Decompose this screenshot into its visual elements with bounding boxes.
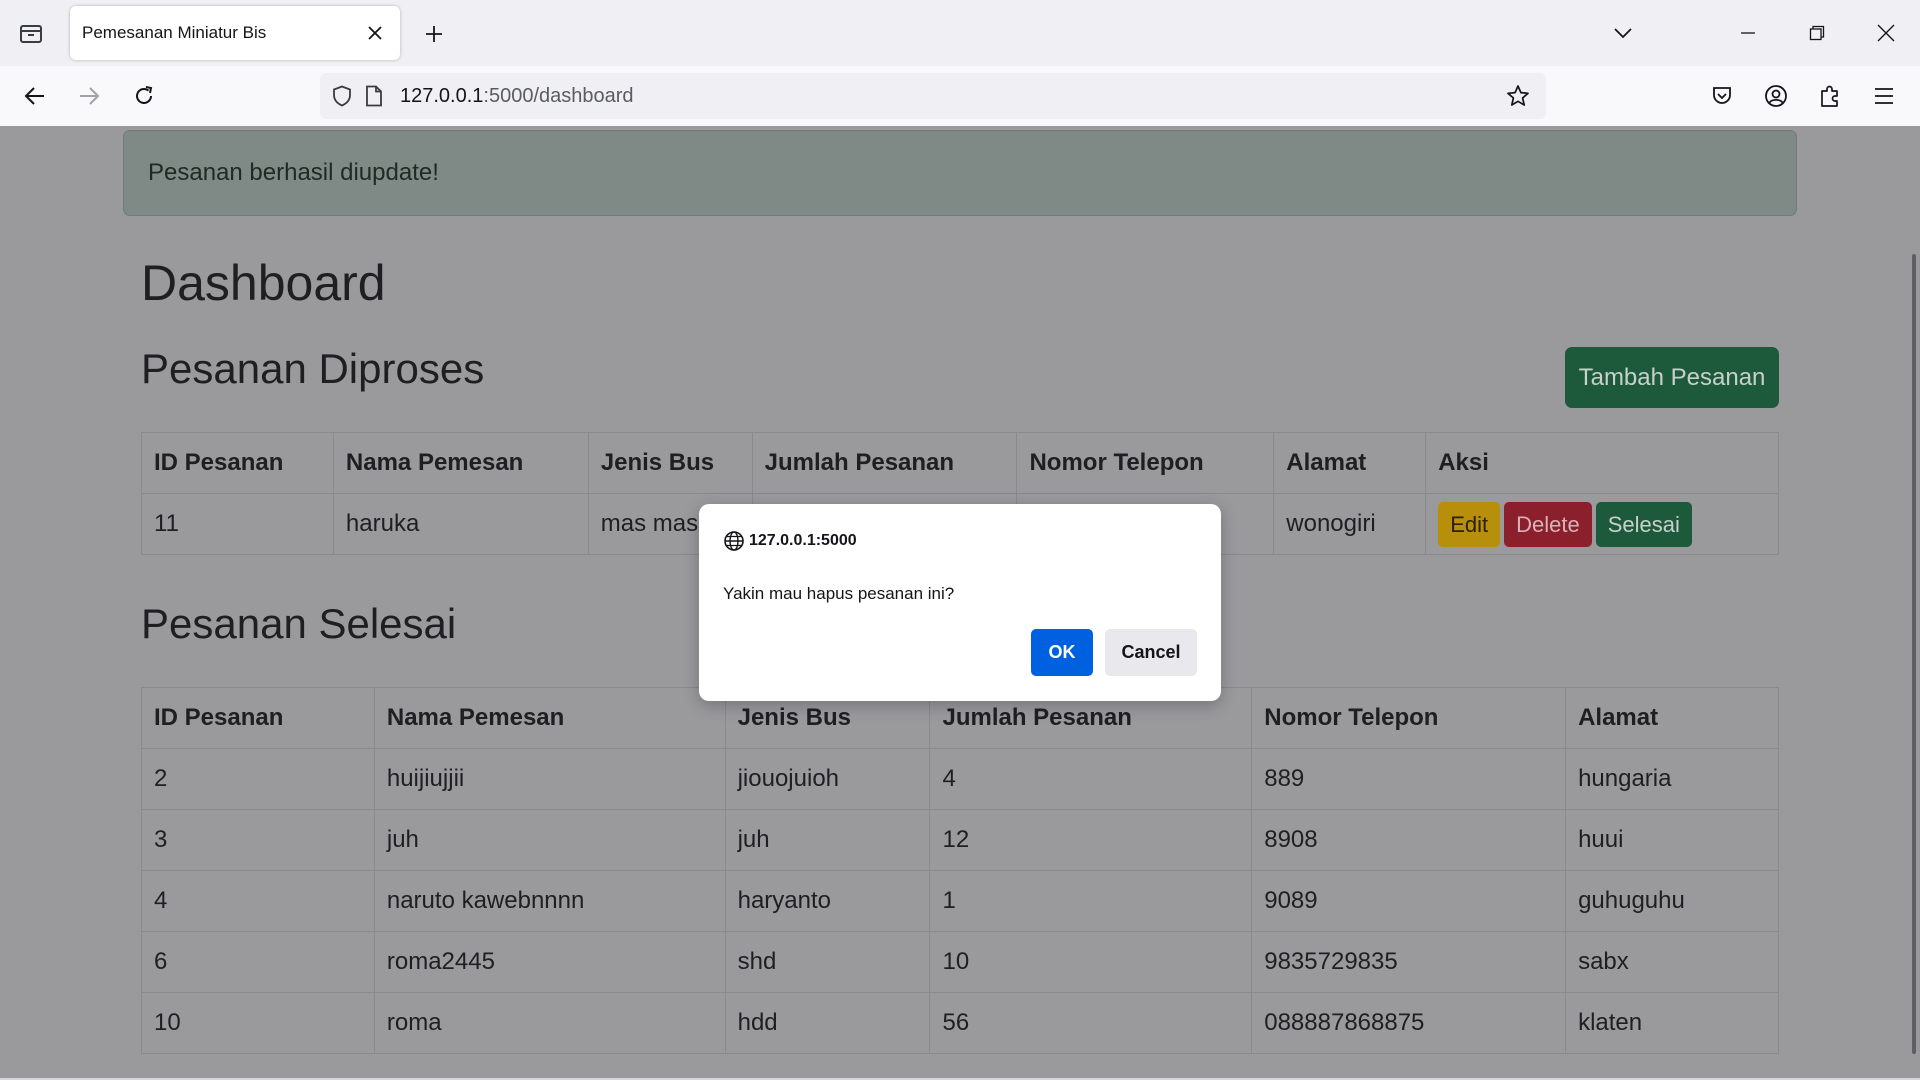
cell-customer-name: naruto kawebnnnn <box>373 870 726 932</box>
cell-customer-name: roma <box>373 992 726 1054</box>
column-header: Aksi <box>1425 432 1779 494</box>
dialog-origin-text: 127.0.0.1:5000 <box>749 532 857 549</box>
column-header: Jumlah Pesanan <box>751 432 1018 494</box>
cell-customer-name: haruka <box>332 493 589 555</box>
cell-phone: 8908 <box>1251 809 1567 871</box>
column-header: ID Pesanan <box>141 687 375 749</box>
column-header: Nomor Telepon <box>1016 432 1275 494</box>
column-header: Alamat <box>1273 432 1427 494</box>
minimize-icon[interactable] <box>1728 14 1768 52</box>
column-header: Nama Pemesan <box>332 432 589 494</box>
cell-phone: 889 <box>1251 748 1567 810</box>
edit-button[interactable]: Edit <box>1438 501 1501 547</box>
table-row: 6 roma2445 shd 10 9835729835 sabx <box>141 931 1779 993</box>
navigation-toolbar: 127.0.0.1:5000/dashboard <box>0 66 1920 126</box>
processing-heading: Pesanan Diproses <box>141 345 485 392</box>
globe-icon <box>723 530 745 552</box>
page-info-icon[interactable] <box>358 80 390 112</box>
pocket-icon[interactable] <box>1704 78 1740 114</box>
cell-address: huui <box>1565 809 1779 871</box>
tracking-shield-icon[interactable] <box>326 80 358 112</box>
column-header: Nama Pemesan <box>373 687 726 749</box>
cell-order-id: 11 <box>141 493 334 555</box>
url-text[interactable]: 127.0.0.1:5000/dashboard <box>400 85 1502 108</box>
cell-customer-name: huijiujjii <box>373 748 726 810</box>
tab-overview-icon[interactable] <box>14 18 48 48</box>
done-heading: Pesanan Selesai <box>141 600 457 647</box>
cell-address: wonogiri <box>1273 493 1427 555</box>
cell-customer-name: juh <box>373 809 726 871</box>
cell-phone: 088887868875 <box>1251 992 1567 1054</box>
column-header: Nomor Telepon <box>1251 687 1567 749</box>
cell-address: sabx <box>1565 931 1779 993</box>
url-host: 127.0.0.1 <box>400 84 484 107</box>
url-path: :5000/dashboard <box>483 84 634 107</box>
cell-quantity: 4 <box>929 748 1253 810</box>
forward-arrow-icon[interactable] <box>71 78 107 114</box>
confirm-dialog: 127.0.0.1:5000 Yakin mau hapus pesanan i… <box>699 504 1221 701</box>
table-header-row: ID Pesanan Nama Pemesan Jenis Bus Jumlah… <box>141 432 1779 494</box>
cell-quantity: 12 <box>929 809 1253 871</box>
success-alert: Pesanan berhasil diupdate! <box>123 130 1797 216</box>
cell-bus-type: hdd <box>724 992 931 1054</box>
cell-bus-type: jiouojuioh <box>724 748 931 810</box>
cell-actions: Edit Delete Selesai <box>1425 493 1779 555</box>
cell-quantity: 1 <box>929 870 1253 932</box>
page-title: Dashboard <box>141 255 386 311</box>
cell-phone: 9089 <box>1251 870 1567 932</box>
complete-button[interactable]: Selesai <box>1595 501 1692 547</box>
close-tab-icon[interactable] <box>362 20 388 46</box>
cell-bus-type: juh <box>724 809 931 871</box>
cell-quantity: 10 <box>929 931 1253 993</box>
done-orders-table: ID Pesanan Nama Pemesan Jenis Bus Jumlah… <box>141 687 1779 1054</box>
close-window-icon[interactable] <box>1866 14 1906 52</box>
table-row: 10 roma hdd 56 088887868875 klaten <box>141 992 1779 1054</box>
cell-address: hungaria <box>1565 748 1779 810</box>
delete-button[interactable]: Delete <box>1504 501 1592 547</box>
ok-button[interactable]: OK <box>1031 629 1093 676</box>
page-scrollbar[interactable] <box>1912 254 1916 1054</box>
cancel-button[interactable]: Cancel <box>1105 629 1197 676</box>
extensions-puzzle-icon[interactable] <box>1812 78 1848 114</box>
cell-order-id: 3 <box>141 809 375 871</box>
account-icon[interactable] <box>1758 78 1794 114</box>
list-tabs-chevron-icon[interactable] <box>1606 16 1640 50</box>
add-order-button[interactable]: Tambah Pesanan <box>1565 347 1779 408</box>
bookmark-star-icon[interactable] <box>1502 80 1534 112</box>
tab-strip: Pemesanan Miniatur Bis <box>0 0 1920 66</box>
column-header: ID Pesanan <box>141 432 334 494</box>
dialog-origin: 127.0.0.1:5000 <box>723 530 857 552</box>
cell-bus-type: haryanto <box>724 870 931 932</box>
cell-bus-type: shd <box>724 931 931 993</box>
tab-title: Pemesanan Miniatur Bis <box>82 23 267 42</box>
address-bar[interactable]: 127.0.0.1:5000/dashboard <box>320 73 1546 119</box>
column-header: Alamat <box>1565 687 1779 749</box>
table-row: 4 naruto kawebnnnn haryanto 1 9089 guhug… <box>141 870 1779 932</box>
restore-icon[interactable] <box>1797 14 1837 52</box>
table-row: 3 juh juh 12 8908 huui <box>141 809 1779 871</box>
back-arrow-icon[interactable] <box>17 78 53 114</box>
cell-order-id: 6 <box>141 931 375 993</box>
new-tab-icon[interactable] <box>418 18 450 50</box>
cell-quantity: 56 <box>929 992 1253 1054</box>
cell-order-id: 4 <box>141 870 375 932</box>
cell-address: klaten <box>1565 992 1779 1054</box>
cell-order-id: 2 <box>141 748 375 810</box>
column-header: Jenis Bus <box>587 432 753 494</box>
table-row: 2 huijiujjii jiouojuioh 4 889 hungaria <box>141 748 1779 810</box>
browser-tab-active[interactable]: Pemesanan Miniatur Bis <box>70 6 400 60</box>
cell-customer-name: roma2445 <box>373 931 726 993</box>
dialog-message: Yakin mau hapus pesanan ini? <box>723 584 955 603</box>
cell-order-id: 10 <box>141 992 375 1054</box>
reload-icon[interactable] <box>126 78 162 114</box>
menu-hamburger-icon[interactable] <box>1866 78 1902 114</box>
cell-phone: 9835729835 <box>1251 931 1567 993</box>
cell-address: guhuguhu <box>1565 870 1779 932</box>
